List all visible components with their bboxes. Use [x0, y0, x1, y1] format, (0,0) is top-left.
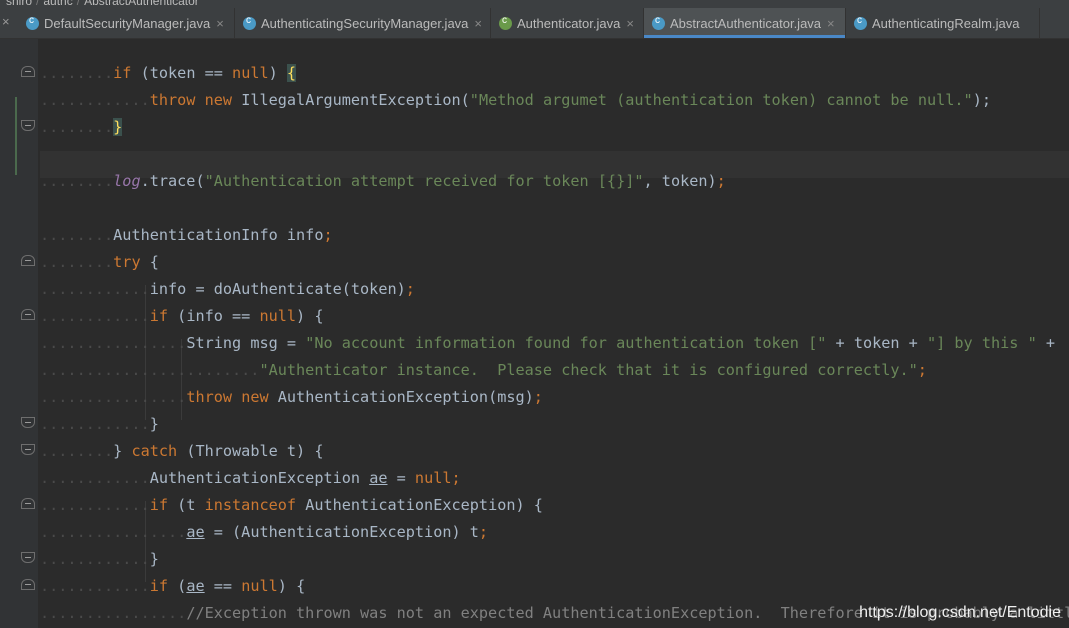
close-icon[interactable]: × — [626, 16, 634, 31]
code-line: ............throw new IllegalArgumentExc… — [40, 91, 991, 109]
breadcrumb-separator: / — [76, 0, 81, 8]
code-line: ........log.trace("Authentication attemp… — [40, 172, 726, 190]
vcs-change-marker[interactable] — [15, 97, 17, 175]
code-line: ................ae = (AuthenticationExce… — [40, 523, 489, 541]
code-line: ............if (t instanceof Authenticat… — [40, 496, 543, 514]
breadcrumb-separator: / — [36, 0, 40, 8]
code-line: ............} — [40, 550, 159, 568]
tab-label: DefaultSecurityManager.java — [44, 15, 211, 31]
code-line: ........................"Authenticator i… — [40, 361, 927, 379]
tab-authenticatingrealm[interactable]: AuthenticatingRealm.java — [846, 8, 1040, 38]
editor-gutter — [0, 39, 38, 628]
code-line: ............if (info == null) { — [40, 307, 324, 325]
code-line: ........} catch (Throwable t) { — [40, 442, 324, 460]
editor-tab-bar: × DefaultSecurityManager.java × Authenti… — [0, 8, 1069, 39]
close-icon[interactable]: × — [2, 14, 10, 29]
code-line: ............if (ae == null) { — [40, 577, 306, 595]
class-icon — [243, 15, 256, 30]
code-editor[interactable]: ........if (token == null) { ...........… — [40, 39, 1069, 628]
fold-toggle-icon[interactable] — [21, 552, 35, 563]
close-icon[interactable]: × — [474, 16, 482, 31]
abstract-class-icon — [854, 15, 867, 30]
tab-authenticator[interactable]: Authenticator.java × — [491, 8, 644, 38]
breadcrumb-item[interactable]: authc — [43, 0, 72, 8]
fold-toggle-icon[interactable] — [21, 309, 35, 320]
watermark: https://blog.csdn.net/Entodie — [859, 604, 1061, 621]
tab-label: AbstractAuthenticator.java — [670, 15, 822, 31]
fold-toggle-icon[interactable] — [21, 498, 35, 509]
tab-label: AuthenticatingSecurityManager.java — [261, 15, 469, 31]
code-line: ............info = doAuthenticate(token)… — [40, 280, 415, 298]
close-icon[interactable]: × — [827, 16, 835, 31]
abstract-class-icon — [652, 15, 665, 30]
fold-toggle-icon[interactable] — [21, 120, 35, 131]
tab-label: Authenticator.java — [517, 15, 621, 31]
code-line: ........} — [40, 118, 123, 136]
fold-toggle-icon[interactable] — [21, 417, 35, 428]
tab-label: AuthenticatingRealm.java — [872, 15, 1020, 31]
class-icon — [26, 15, 39, 30]
fold-toggle-icon[interactable] — [21, 444, 35, 455]
breadcrumb-item[interactable]: AbstractAuthenticator — [84, 0, 199, 8]
code-line: ................throw new Authentication… — [40, 388, 543, 406]
code-line: ............} — [40, 415, 159, 433]
interface-icon — [499, 15, 512, 30]
tab-abstractauthenticator[interactable]: AbstractAuthenticator.java × — [644, 8, 846, 38]
close-icon[interactable]: × — [216, 16, 224, 31]
code-line: ........AuthenticationInfo info; — [40, 226, 333, 244]
fold-toggle-icon[interactable] — [21, 66, 35, 77]
code-line: ........if (token == null) { — [40, 64, 297, 82]
fold-toggle-icon[interactable] — [21, 255, 35, 266]
code-line: ........try { — [40, 253, 159, 271]
breadcrumb-item[interactable]: shiro — [6, 0, 32, 8]
tab-authenticatingsecuritymanager[interactable]: AuthenticatingSecurityManager.java × — [235, 8, 491, 38]
code-line: ................String msg = "No account… — [40, 334, 1056, 352]
breadcrumb: shiro / authc / AbstractAuthenticator — [0, 0, 1069, 8]
tab-defaultsecuritymanager[interactable]: DefaultSecurityManager.java × — [18, 8, 235, 38]
fold-toggle-icon[interactable] — [21, 579, 35, 590]
code-line: ............AuthenticationException ae =… — [40, 469, 461, 487]
